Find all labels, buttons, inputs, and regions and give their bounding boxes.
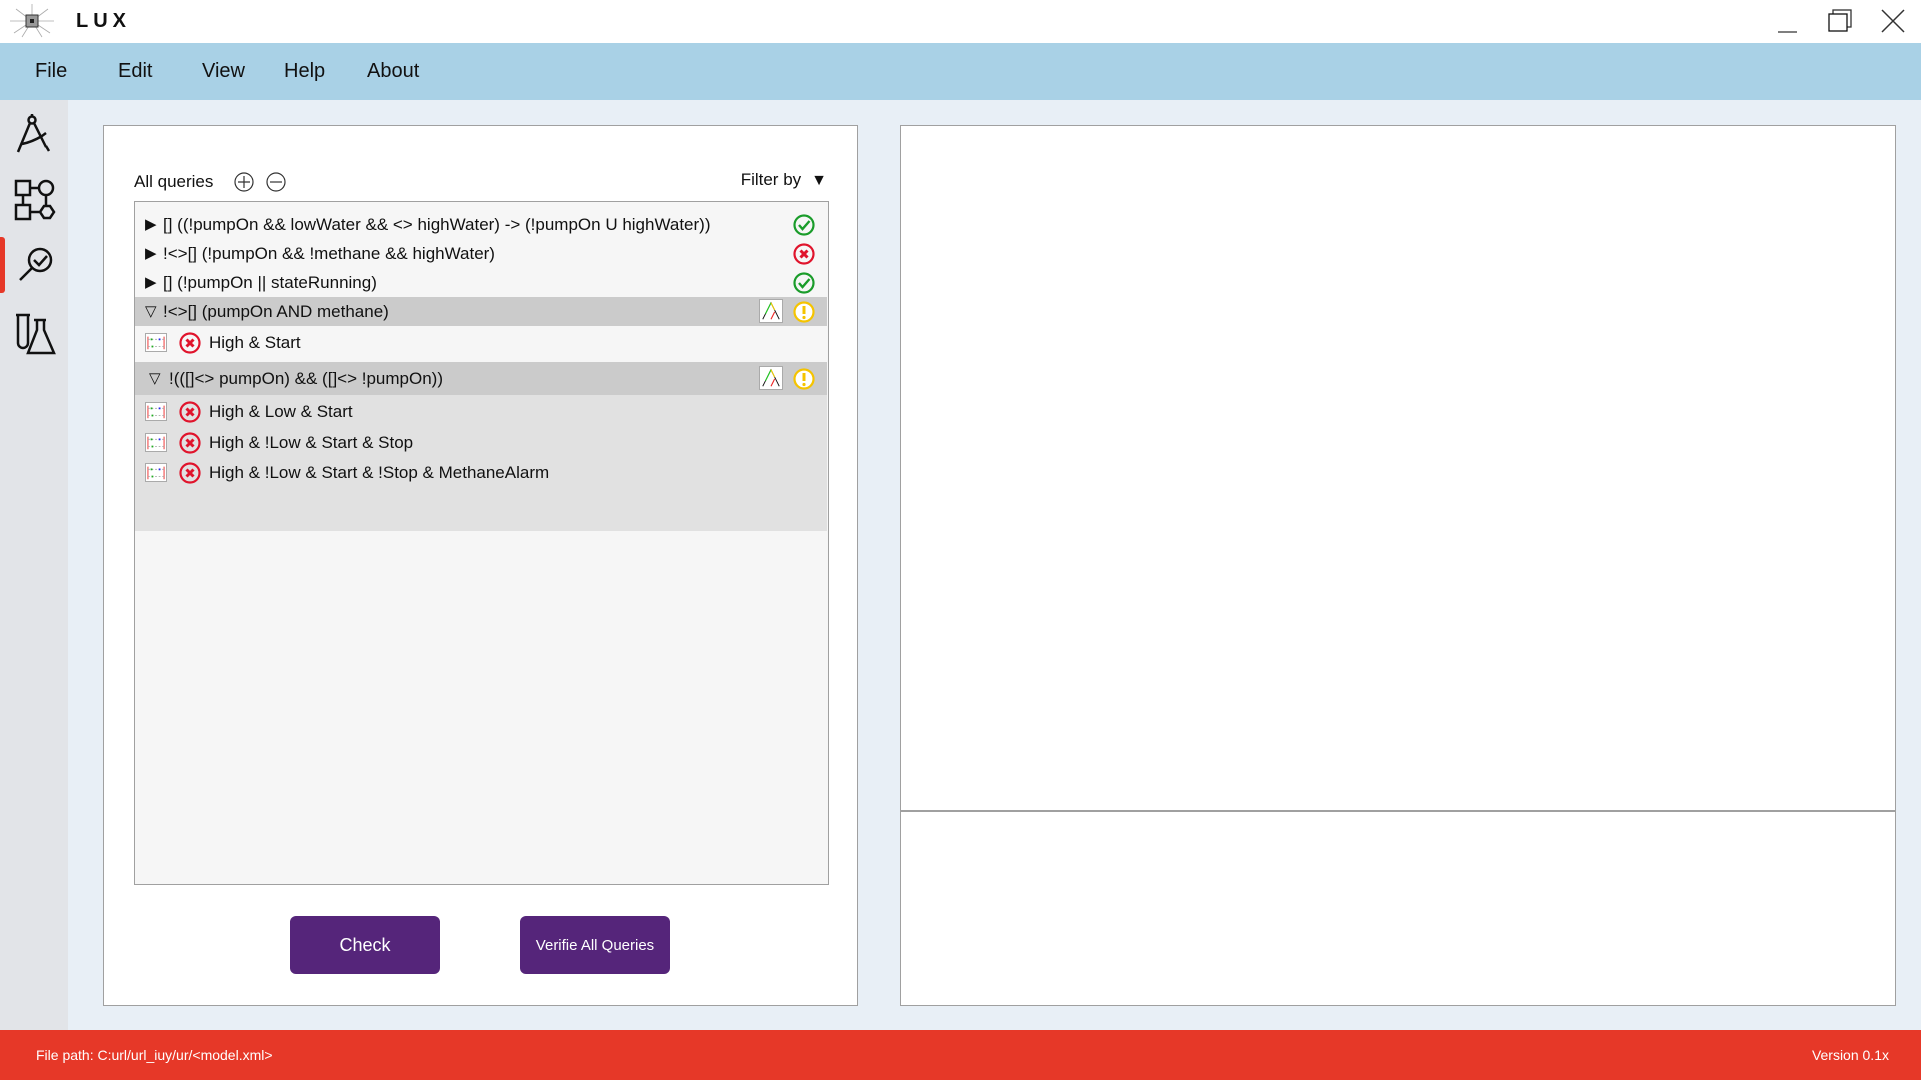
- counterexample-row[interactable]: High & Start: [135, 328, 827, 357]
- tree-graph-icon[interactable]: [759, 299, 783, 323]
- query-row[interactable]: ▶ !<>[] (!pumpOn && !methane && highWate…: [135, 239, 827, 268]
- verify-search-icon[interactable]: [14, 244, 56, 288]
- menu-edit[interactable]: Edit: [118, 60, 152, 83]
- warning-circle-icon: [793, 301, 815, 323]
- query-list: ▶ [] ((!pumpOn && lowWater && <> highWat…: [134, 201, 829, 885]
- query-text: !(([]<> pumpOn) && ([]<> !pumpOn)): [169, 369, 443, 388]
- check-circle-icon: [793, 214, 815, 236]
- sidebar: [0, 100, 68, 1030]
- counterexample-text: High & !Low & Start & !Stop & MethaneAla…: [209, 463, 550, 482]
- error-circle-icon: [179, 432, 201, 454]
- menu-file[interactable]: File: [35, 60, 67, 83]
- expand-arrow-icon[interactable]: ▶: [145, 239, 157, 268]
- remove-query-icon[interactable]: [266, 172, 286, 192]
- compass-draw-icon[interactable]: [14, 112, 56, 156]
- lux-logo-icon: [10, 4, 54, 38]
- expand-arrow-icon[interactable]: ▶: [145, 210, 157, 239]
- add-query-icon[interactable]: [234, 172, 254, 192]
- menu-about[interactable]: About: [367, 60, 419, 83]
- query-text: !<>[] (pumpOn AND methane): [163, 302, 389, 321]
- title-bar: LUX: [0, 0, 1921, 43]
- file-path: File path: C:url/url_iuy/ur/<model.xml>: [36, 1047, 273, 1063]
- lab-flask-icon[interactable]: [14, 312, 56, 356]
- warning-circle-icon: [793, 368, 815, 390]
- filter-dropdown[interactable]: Filter by ▼: [741, 170, 827, 190]
- verify-all-button[interactable]: Verifie All Queries: [520, 916, 670, 974]
- counterexample-row[interactable]: High & !Low & Start & Stop: [135, 428, 827, 457]
- query-text: !<>[] (!pumpOn && !methane && highWater): [163, 244, 495, 263]
- expand-arrow-icon[interactable]: ▶: [145, 268, 157, 297]
- query-text: [] ((!pumpOn && lowWater && <> highWater…: [163, 215, 711, 234]
- menu-help[interactable]: Help: [284, 60, 325, 83]
- query-row-expanded[interactable]: ▽ !(([]<> pumpOn) && ([]<> !pumpOn)): [135, 362, 827, 395]
- query-text: [] (!pumpOn || stateRunning): [163, 273, 377, 292]
- minimize-icon[interactable]: [1770, 6, 1806, 36]
- check-button[interactable]: Check: [290, 916, 440, 974]
- counterexample-text: High & Low & Start: [209, 402, 353, 421]
- menu-view[interactable]: View: [202, 60, 245, 83]
- queries-panel: All queries Filter by ▼ ▶ [] ((!pumpOn &&…: [103, 125, 858, 1006]
- model-diagram-icon[interactable]: [14, 178, 56, 222]
- error-circle-icon: [179, 332, 201, 354]
- trace-icon[interactable]: [145, 463, 167, 482]
- filter-label: Filter by: [740, 170, 802, 189]
- version-label: Version 0.1x: [1811, 1047, 1889, 1063]
- active-indicator: [0, 237, 5, 293]
- caret-down-icon: ▼: [811, 172, 827, 189]
- menu-bar: File Edit View Help About: [0, 43, 1921, 100]
- query-row[interactable]: ▶ [] ((!pumpOn && lowWater && <> highWat…: [135, 210, 827, 239]
- tree-graph-icon[interactable]: [759, 366, 783, 390]
- app-title: LUX: [76, 10, 131, 32]
- trace-icon[interactable]: [145, 433, 167, 452]
- all-queries-label: All queries: [134, 172, 214, 191]
- result-panel: [900, 125, 1896, 1006]
- close-icon[interactable]: [1874, 6, 1910, 36]
- collapse-arrow-icon[interactable]: ▽: [145, 297, 157, 326]
- maximize-icon[interactable]: [1822, 6, 1858, 36]
- status-bar: File path: C:url/url_iuy/ur/<model.xml> …: [0, 1030, 1921, 1080]
- collapse-arrow-icon[interactable]: ▽: [149, 362, 161, 395]
- error-circle-icon: [793, 243, 815, 265]
- counterexample-row[interactable]: High & Low & Start: [135, 397, 827, 426]
- trace-icon[interactable]: [145, 402, 167, 421]
- query-row[interactable]: ▶ [] (!pumpOn || stateRunning): [135, 268, 827, 297]
- query-row-expanded[interactable]: ▽ !<>[] (pumpOn AND methane): [135, 297, 827, 326]
- counterexample-text: High & !Low & Start & Stop: [209, 433, 414, 452]
- counterexample-row[interactable]: High & !Low & Start & !Stop & MethaneAla…: [135, 458, 827, 487]
- error-circle-icon: [179, 401, 201, 423]
- panel-divider[interactable]: [901, 810, 1895, 812]
- trace-icon[interactable]: [145, 333, 167, 352]
- check-circle-icon: [793, 272, 815, 294]
- error-circle-icon: [179, 462, 201, 484]
- counterexample-text: High & Start: [209, 333, 301, 352]
